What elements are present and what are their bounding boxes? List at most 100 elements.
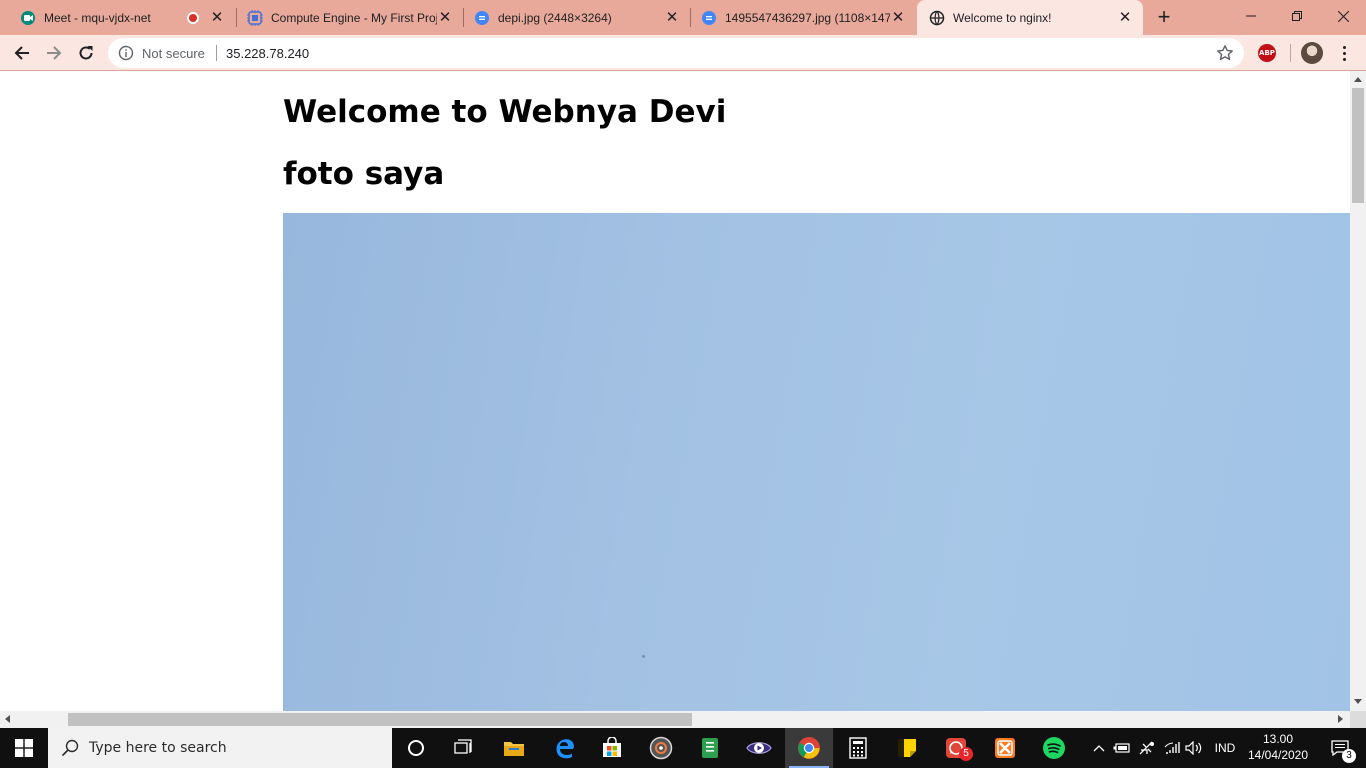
reload-icon bbox=[79, 46, 93, 60]
taskbar-clock[interactable]: 13.00 14/04/2020 bbox=[1247, 731, 1309, 763]
back-button[interactable] bbox=[8, 39, 36, 67]
photo-image bbox=[283, 213, 1350, 711]
extension-label: ABP bbox=[1259, 49, 1275, 57]
clock-date: 14/04/2020 bbox=[1247, 748, 1309, 762]
vertical-scrollbar[interactable] bbox=[1350, 71, 1366, 711]
sticky-notes-button[interactable] bbox=[883, 728, 931, 768]
vertical-scroll-thumb[interactable] bbox=[1352, 88, 1364, 203]
scrollbar-corner bbox=[1350, 711, 1366, 728]
folder-icon bbox=[504, 742, 524, 756]
green-notebook-icon bbox=[702, 738, 718, 758]
photo-detail bbox=[642, 655, 645, 658]
windows-logo-icon bbox=[15, 739, 33, 757]
forward-arrow-icon bbox=[47, 46, 62, 60]
tab-title: Compute Engine - My First Project bbox=[271, 10, 437, 25]
reload-button[interactable] bbox=[72, 39, 100, 67]
close-tab-icon[interactable]: ✕ bbox=[664, 9, 680, 26]
network-device-tray-icon[interactable] bbox=[1136, 728, 1158, 768]
whatsapp-button[interactable]: 5 bbox=[932, 728, 980, 768]
tab-depi-jpg[interactable]: depi.jpg (2448×3264) ✕ bbox=[464, 0, 690, 35]
language-indicator[interactable]: IND bbox=[1208, 728, 1242, 768]
page-subheading: foto saya bbox=[283, 156, 445, 192]
language-label: IND bbox=[1214, 741, 1236, 755]
adblock-plus-icon[interactable]: ABP bbox=[1258, 44, 1276, 62]
minimize-button[interactable] bbox=[1228, 0, 1274, 32]
url-text[interactable]: 35.228.78.240 bbox=[226, 46, 309, 61]
windows-taskbar: Type here to search 5 IND 13.00 14/04/20… bbox=[0, 728, 1366, 768]
tab-title: Welcome to nginx! bbox=[953, 10, 1052, 25]
tab-meet[interactable]: Meet - mqu-vjdx-net ✕ bbox=[0, 0, 235, 35]
chevron-up-icon bbox=[1093, 745, 1105, 752]
battery-tray-icon[interactable] bbox=[1112, 728, 1132, 768]
scroll-right-arrow-icon[interactable] bbox=[1338, 715, 1343, 723]
action-center-button[interactable]: 3 bbox=[1318, 728, 1362, 768]
scroll-left-arrow-icon[interactable] bbox=[5, 715, 10, 723]
close-window-button[interactable] bbox=[1320, 0, 1366, 32]
new-tab-button[interactable]: + bbox=[1153, 6, 1175, 29]
profile-avatar[interactable] bbox=[1301, 42, 1323, 64]
spotify-button[interactable] bbox=[1030, 728, 1078, 768]
page-heading: Welcome to Webnya Devi bbox=[283, 94, 727, 130]
close-tab-icon[interactable]: ✕ bbox=[209, 9, 225, 26]
wifi-tray-icon[interactable] bbox=[1162, 728, 1184, 768]
tab-welcome-nginx[interactable]: Welcome to nginx! ✕ bbox=[917, 0, 1143, 35]
google-meet-icon bbox=[20, 10, 36, 26]
xampp-button[interactable] bbox=[981, 728, 1029, 768]
chrome-icon bbox=[798, 737, 820, 759]
recording-icon bbox=[187, 11, 199, 24]
forward-button[interactable] bbox=[40, 39, 68, 67]
start-button[interactable] bbox=[0, 728, 48, 768]
edge-icon bbox=[556, 739, 574, 759]
close-tab-icon[interactable]: ✕ bbox=[890, 9, 906, 26]
tab-compute-engine[interactable]: Compute Engine - My First Project ✕ bbox=[237, 0, 463, 35]
notepad-app-button[interactable] bbox=[686, 728, 734, 768]
restore-button[interactable] bbox=[1274, 0, 1320, 32]
calculator-button[interactable] bbox=[834, 728, 882, 768]
clock-time: 13.00 bbox=[1262, 732, 1294, 746]
close-tab-icon[interactable]: ✕ bbox=[437, 9, 453, 26]
horizontal-scroll-thumb[interactable] bbox=[68, 713, 692, 726]
browser-toolbar: Not secure 35.228.78.240 ABP bbox=[0, 35, 1366, 71]
store-button[interactable] bbox=[588, 728, 636, 768]
scroll-down-arrow-icon[interactable] bbox=[1354, 699, 1362, 704]
tab-title: 1495547436297.jpg (1108×1477) bbox=[725, 10, 890, 25]
chrome-button[interactable] bbox=[785, 728, 833, 768]
media-disc-icon bbox=[649, 736, 673, 760]
browser-menu-icon[interactable] bbox=[1336, 42, 1352, 64]
security-label[interactable]: Not secure bbox=[142, 46, 205, 61]
close-tab-icon[interactable]: ✕ bbox=[1117, 9, 1133, 26]
image-doc-icon bbox=[701, 10, 717, 26]
globe-icon bbox=[929, 10, 945, 26]
bookmark-star-icon[interactable] bbox=[1216, 44, 1234, 67]
volume-tray-icon[interactable] bbox=[1184, 728, 1204, 768]
spotify-icon bbox=[1043, 737, 1065, 759]
media-player-button[interactable] bbox=[637, 728, 685, 768]
media-eye-app-button[interactable] bbox=[735, 728, 783, 768]
horizontal-scrollbar[interactable] bbox=[0, 711, 1350, 728]
xampp-icon bbox=[995, 738, 1015, 758]
tab-image-jpg[interactable]: 1495547436297.jpg (1108×1477) ✕ bbox=[691, 0, 916, 35]
tab-title: depi.jpg (2448×3264) bbox=[498, 10, 612, 25]
browser-titlebar: Meet - mqu-vjdx-net ✕ Compute Engine - M… bbox=[0, 0, 1366, 35]
sticky-note-icon bbox=[898, 739, 916, 757]
show-hidden-icons-button[interactable] bbox=[1090, 728, 1108, 768]
calculator-icon bbox=[849, 737, 867, 759]
file-explorer-button[interactable] bbox=[490, 728, 538, 768]
address-bar[interactable]: Not secure 35.228.78.240 bbox=[108, 38, 1244, 68]
info-icon[interactable] bbox=[118, 45, 134, 66]
tab-title: Meet - mqu-vjdx-net bbox=[44, 10, 151, 25]
task-view-button[interactable] bbox=[440, 728, 488, 768]
toolbar-divider bbox=[1290, 44, 1291, 62]
image-doc-icon bbox=[474, 10, 490, 26]
scroll-up-arrow-icon[interactable] bbox=[1354, 77, 1362, 82]
eye-play-icon bbox=[746, 742, 772, 754]
address-divider bbox=[216, 45, 217, 61]
edge-button[interactable] bbox=[540, 728, 588, 768]
notification-count: 3 bbox=[1342, 749, 1356, 763]
taskbar-search-box[interactable]: Type here to search bbox=[48, 728, 392, 768]
task-view-icon bbox=[454, 739, 472, 754]
cortana-circle-icon bbox=[408, 740, 424, 756]
cortana-button[interactable] bbox=[392, 728, 440, 768]
search-icon bbox=[61, 739, 79, 757]
notification-badge: 5 bbox=[959, 747, 973, 761]
